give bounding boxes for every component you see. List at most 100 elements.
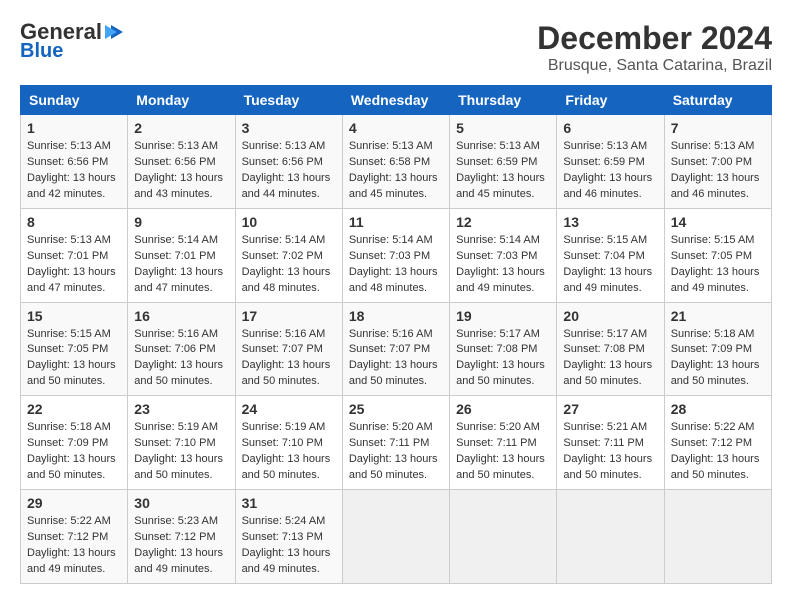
header: General Blue December 2024 Brusque, Sant… xyxy=(20,20,772,75)
calendar-body: 1 Sunrise: 5:13 AM Sunset: 6:56 PM Daylig… xyxy=(21,115,772,584)
day-info: Sunrise: 5:15 AM Sunset: 7:05 PM Dayligh… xyxy=(671,233,765,297)
day-number: 9 xyxy=(134,214,228,230)
day-info: Sunrise: 5:13 AM Sunset: 6:58 PM Dayligh… xyxy=(349,139,443,203)
day-number: 12 xyxy=(456,214,550,230)
day-info: Sunrise: 5:13 AM Sunset: 6:59 PM Dayligh… xyxy=(456,139,550,203)
day-info: Sunrise: 5:20 AM Sunset: 7:11 PM Dayligh… xyxy=(349,420,443,484)
calendar-cell: 25 Sunrise: 5:20 AM Sunset: 7:11 PM Dayli… xyxy=(342,396,449,490)
day-info: Sunrise: 5:24 AM Sunset: 7:13 PM Dayligh… xyxy=(242,514,336,578)
calendar-cell: 12 Sunrise: 5:14 AM Sunset: 7:03 PM Dayli… xyxy=(450,208,557,302)
day-info: Sunrise: 5:18 AM Sunset: 7:09 PM Dayligh… xyxy=(671,327,765,391)
calendar-cell: 16 Sunrise: 5:16 AM Sunset: 7:06 PM Dayli… xyxy=(128,302,235,396)
day-number: 25 xyxy=(349,401,443,417)
day-number: 18 xyxy=(349,308,443,324)
day-info: Sunrise: 5:13 AM Sunset: 6:56 PM Dayligh… xyxy=(242,139,336,203)
day-info: Sunrise: 5:17 AM Sunset: 7:08 PM Dayligh… xyxy=(563,327,657,391)
day-number: 30 xyxy=(134,495,228,511)
calendar-cell: 10 Sunrise: 5:14 AM Sunset: 7:02 PM Dayli… xyxy=(235,208,342,302)
calendar-cell: 11Sunrise: 5:14 AM Sunset: 7:03 PM Dayli… xyxy=(342,208,449,302)
calendar-cell: 6 Sunrise: 5:13 AM Sunset: 6:59 PM Daylig… xyxy=(557,115,664,209)
calendar-cell: 13Sunrise: 5:15 AM Sunset: 7:04 PM Dayli… xyxy=(557,208,664,302)
title-area: December 2024 Brusque, Santa Catarina, B… xyxy=(537,20,772,75)
calendar-cell: 15 Sunrise: 5:15 AM Sunset: 7:05 PM Dayli… xyxy=(21,302,128,396)
calendar-cell xyxy=(450,490,557,584)
day-number: 24 xyxy=(242,401,336,417)
day-info: Sunrise: 5:14 AM Sunset: 7:02 PM Dayligh… xyxy=(242,233,336,297)
day-info: Sunrise: 5:16 AM Sunset: 7:07 PM Dayligh… xyxy=(242,327,336,391)
calendar-cell: 26 Sunrise: 5:20 AM Sunset: 7:11 PM Dayli… xyxy=(450,396,557,490)
logo-icon xyxy=(103,21,125,43)
day-info: Sunrise: 5:13 AM Sunset: 6:59 PM Dayligh… xyxy=(563,139,657,203)
day-info: Sunrise: 5:16 AM Sunset: 7:06 PM Dayligh… xyxy=(134,327,228,391)
day-number: 2 xyxy=(134,120,228,136)
logo: General Blue xyxy=(20,20,125,62)
calendar-cell: 5 Sunrise: 5:13 AM Sunset: 6:59 PM Daylig… xyxy=(450,115,557,209)
day-number: 7 xyxy=(671,120,765,136)
calendar-cell: 27 Sunrise: 5:21 AM Sunset: 7:11 PM Dayli… xyxy=(557,396,664,490)
day-number: 14 xyxy=(671,214,765,230)
day-number: 10 xyxy=(242,214,336,230)
column-header-monday: Monday xyxy=(128,86,235,115)
calendar-cell: 18 Sunrise: 5:16 AM Sunset: 7:07 PM Dayli… xyxy=(342,302,449,396)
calendar-cell xyxy=(664,490,771,584)
calendar-week-5: 29 Sunrise: 5:22 AM Sunset: 7:12 PM Dayli… xyxy=(21,490,772,584)
calendar-cell: 21 Sunrise: 5:18 AM Sunset: 7:09 PM Dayli… xyxy=(664,302,771,396)
day-number: 21 xyxy=(671,308,765,324)
day-info: Sunrise: 5:19 AM Sunset: 7:10 PM Dayligh… xyxy=(134,420,228,484)
day-info: Sunrise: 5:13 AM Sunset: 7:01 PM Dayligh… xyxy=(27,233,121,297)
calendar-cell: 22 Sunrise: 5:18 AM Sunset: 7:09 PM Dayli… xyxy=(21,396,128,490)
calendar-cell: 20 Sunrise: 5:17 AM Sunset: 7:08 PM Dayli… xyxy=(557,302,664,396)
day-info: Sunrise: 5:15 AM Sunset: 7:05 PM Dayligh… xyxy=(27,327,121,391)
day-number: 5 xyxy=(456,120,550,136)
day-info: Sunrise: 5:23 AM Sunset: 7:12 PM Dayligh… xyxy=(134,514,228,578)
day-number: 27 xyxy=(563,401,657,417)
calendar-cell: 1Sunrise: 5:13 AM Sunset: 6:56 PM Daylig… xyxy=(21,115,128,209)
day-number: 6 xyxy=(563,120,657,136)
day-info: Sunrise: 5:16 AM Sunset: 7:07 PM Dayligh… xyxy=(349,327,443,391)
day-number: 1 xyxy=(27,120,121,136)
column-header-thursday: Thursday xyxy=(450,86,557,115)
day-info: Sunrise: 5:19 AM Sunset: 7:10 PM Dayligh… xyxy=(242,420,336,484)
calendar-table: SundayMondayTuesdayWednesdayThursdayFrid… xyxy=(20,85,772,584)
day-number: 16 xyxy=(134,308,228,324)
logo-blue: Blue xyxy=(20,40,63,62)
calendar-cell: 19 Sunrise: 5:17 AM Sunset: 7:08 PM Dayli… xyxy=(450,302,557,396)
column-header-wednesday: Wednesday xyxy=(342,86,449,115)
day-number: 15 xyxy=(27,308,121,324)
calendar-cell: 2 Sunrise: 5:13 AM Sunset: 6:56 PM Daylig… xyxy=(128,115,235,209)
day-number: 31 xyxy=(242,495,336,511)
day-number: 17 xyxy=(242,308,336,324)
calendar-cell: 29 Sunrise: 5:22 AM Sunset: 7:12 PM Dayli… xyxy=(21,490,128,584)
calendar-cell xyxy=(557,490,664,584)
calendar-cell: 8Sunrise: 5:13 AM Sunset: 7:01 PM Daylig… xyxy=(21,208,128,302)
calendar-cell: 17 Sunrise: 5:16 AM Sunset: 7:07 PM Dayli… xyxy=(235,302,342,396)
day-info: Sunrise: 5:22 AM Sunset: 7:12 PM Dayligh… xyxy=(27,514,121,578)
calendar-cell: 3 Sunrise: 5:13 AM Sunset: 6:56 PM Daylig… xyxy=(235,115,342,209)
calendar-cell: 31 Sunrise: 5:24 AM Sunset: 7:13 PM Dayli… xyxy=(235,490,342,584)
calendar-cell: 24 Sunrise: 5:19 AM Sunset: 7:10 PM Dayli… xyxy=(235,396,342,490)
day-number: 22 xyxy=(27,401,121,417)
calendar-cell xyxy=(342,490,449,584)
day-info: Sunrise: 5:14 AM Sunset: 7:01 PM Dayligh… xyxy=(134,233,228,297)
day-number: 26 xyxy=(456,401,550,417)
column-header-tuesday: Tuesday xyxy=(235,86,342,115)
day-number: 29 xyxy=(27,495,121,511)
calendar-week-1: 1 Sunrise: 5:13 AM Sunset: 6:56 PM Daylig… xyxy=(21,115,772,209)
calendar-cell: 7 Sunrise: 5:13 AM Sunset: 7:00 PM Daylig… xyxy=(664,115,771,209)
day-info: Sunrise: 5:13 AM Sunset: 6:56 PM Dayligh… xyxy=(134,139,228,203)
day-info: Sunrise: 5:18 AM Sunset: 7:09 PM Dayligh… xyxy=(27,420,121,484)
day-info: Sunrise: 5:22 AM Sunset: 7:12 PM Dayligh… xyxy=(671,420,765,484)
column-header-saturday: Saturday xyxy=(664,86,771,115)
calendar-cell: 4Sunrise: 5:13 AM Sunset: 6:58 PM Daylig… xyxy=(342,115,449,209)
day-info: Sunrise: 5:13 AM Sunset: 7:00 PM Dayligh… xyxy=(671,139,765,203)
day-number: 19 xyxy=(456,308,550,324)
day-info: Sunrise: 5:17 AM Sunset: 7:08 PM Dayligh… xyxy=(456,327,550,391)
day-info: Sunrise: 5:20 AM Sunset: 7:11 PM Dayligh… xyxy=(456,420,550,484)
day-info: Sunrise: 5:21 AM Sunset: 7:11 PM Dayligh… xyxy=(563,420,657,484)
calendar-header-row: SundayMondayTuesdayWednesdayThursdayFrid… xyxy=(21,86,772,115)
calendar-cell: 14 Sunrise: 5:15 AM Sunset: 7:05 PM Dayli… xyxy=(664,208,771,302)
day-info: Sunrise: 5:14 AM Sunset: 7:03 PM Dayligh… xyxy=(456,233,550,297)
day-number: 3 xyxy=(242,120,336,136)
day-number: 23 xyxy=(134,401,228,417)
day-number: 20 xyxy=(563,308,657,324)
